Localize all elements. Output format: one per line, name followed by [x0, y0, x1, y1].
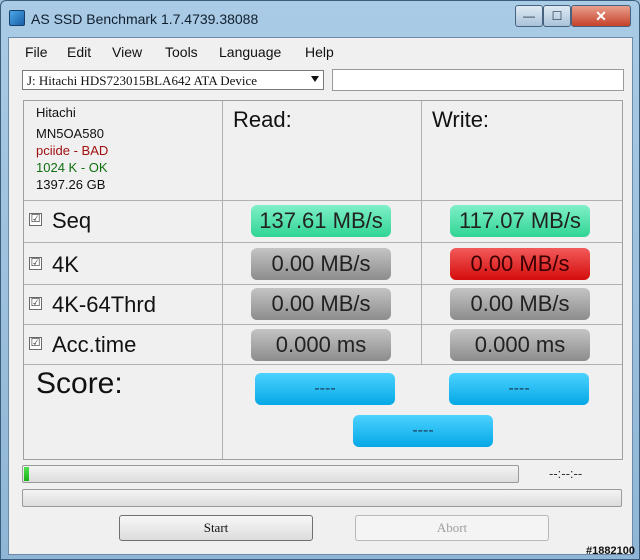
device-select-value: J: Hitachi HDS723015BLA642 ATA Device — [27, 73, 258, 88]
read-header-cell: Read: — [223, 101, 422, 201]
alignment-status: 1024 K - OK — [36, 160, 108, 175]
score-label-cell: Score: — [24, 365, 223, 459]
chevron-down-icon — [311, 76, 319, 82]
row-4k64-label-cell: ☑ 4K-64Thrd — [24, 285, 223, 325]
read-column-header: Read: — [233, 107, 292, 132]
4k-checkbox[interactable]: ☑ — [29, 257, 42, 270]
elapsed-time: --:--:-- — [549, 466, 583, 481]
app-icon — [9, 10, 25, 26]
row-seq-label: Seq — [52, 208, 92, 233]
4k64-read-result: 0.00 MB/s — [251, 288, 391, 320]
results-grid: Hitachi MN5OA580 pciide - BAD 1024 K - O… — [23, 100, 623, 460]
client-area: File Edit View Tools Language Help J: Hi… — [8, 37, 633, 555]
score-read: ---- — [255, 373, 395, 405]
row-4k64-label: 4K-64Thrd — [52, 292, 156, 317]
close-button[interactable]: ✕ — [571, 5, 631, 27]
menu-view[interactable]: View — [112, 44, 142, 60]
score-total: ---- — [353, 415, 493, 447]
row-acctime-write-cell: 0.000 ms — [422, 325, 622, 365]
row-acctime-read-cell: 0.000 ms — [223, 325, 422, 365]
overall-progress-bar — [22, 489, 622, 507]
score-values-cell: ---- ---- ---- — [223, 365, 622, 459]
4k-read-result: 0.00 MB/s — [251, 248, 391, 280]
maximize-button[interactable]: ☐ — [543, 5, 571, 27]
minimize-button[interactable]: — — [515, 5, 543, 27]
device-info-field[interactable] — [332, 69, 624, 91]
acctime-read-result: 0.000 ms — [251, 329, 391, 361]
acctime-write-result: 0.000 ms — [450, 329, 590, 361]
watermark-id: #1882100 — [586, 545, 635, 557]
row-4k-read-cell: 0.00 MB/s — [223, 243, 422, 285]
test-progress-bar — [22, 465, 519, 483]
4k64-write-result: 0.00 MB/s — [450, 288, 590, 320]
row-seq-read-cell: 137.61 MB/s — [223, 201, 422, 243]
drive-info-panel: Hitachi MN5OA580 pciide - BAD 1024 K - O… — [24, 101, 223, 201]
drive-model: MN5OA580 — [36, 126, 104, 141]
score-write: ---- — [449, 373, 589, 405]
menu-language[interactable]: Language — [219, 44, 281, 60]
menu-file[interactable]: File — [25, 44, 48, 60]
row-4k64-write-cell: 0.00 MB/s — [422, 285, 622, 325]
score-label: Score: — [36, 367, 123, 400]
menu-bar: File Edit View Tools Language Help — [9, 38, 632, 66]
menu-tools[interactable]: Tools — [165, 44, 198, 60]
row-4k64-read-cell: 0.00 MB/s — [223, 285, 422, 325]
driver-status: pciide - BAD — [36, 143, 109, 158]
menu-edit[interactable]: Edit — [67, 44, 91, 60]
row-4k-write-cell: 0.00 MB/s — [422, 243, 622, 285]
row-acctime-label-cell: ☑ Acc.time — [24, 325, 223, 365]
abort-button[interactable]: Abort — [355, 515, 549, 541]
test-progress-fill — [24, 467, 29, 481]
window-title: AS SSD Benchmark 1.7.4739.38088 — [31, 11, 259, 27]
seq-write-result: 117.07 MB/s — [450, 205, 590, 237]
app-window: AS SSD Benchmark 1.7.4739.38088 — ☐ ✕ Fi… — [0, 0, 640, 560]
row-acctime-label: Acc.time — [52, 332, 137, 357]
row-seq-write-cell: 117.07 MB/s — [422, 201, 622, 243]
menu-help[interactable]: Help — [305, 44, 334, 60]
device-select[interactable]: J: Hitachi HDS723015BLA642 ATA Device — [22, 70, 324, 90]
4k-write-result: 0.00 MB/s — [450, 248, 590, 280]
row-seq-label-cell: ☑ Seq — [24, 201, 223, 243]
drive-capacity: 1397.26 GB — [36, 177, 106, 192]
acctime-checkbox[interactable]: ☑ — [29, 337, 42, 350]
row-4k-label-cell: ☑ 4K — [24, 243, 223, 285]
seq-checkbox[interactable]: ☑ — [29, 213, 42, 226]
row-4k-label: 4K — [52, 252, 79, 277]
drive-brand: Hitachi — [36, 105, 76, 120]
4k64-checkbox[interactable]: ☑ — [29, 297, 42, 310]
start-button[interactable]: Start — [119, 515, 313, 541]
seq-read-result: 137.61 MB/s — [251, 205, 391, 237]
write-header-cell: Write: — [422, 101, 622, 201]
title-bar[interactable]: AS SSD Benchmark 1.7.4739.38088 — ☐ ✕ — [1, 1, 639, 37]
write-column-header: Write: — [432, 107, 490, 132]
